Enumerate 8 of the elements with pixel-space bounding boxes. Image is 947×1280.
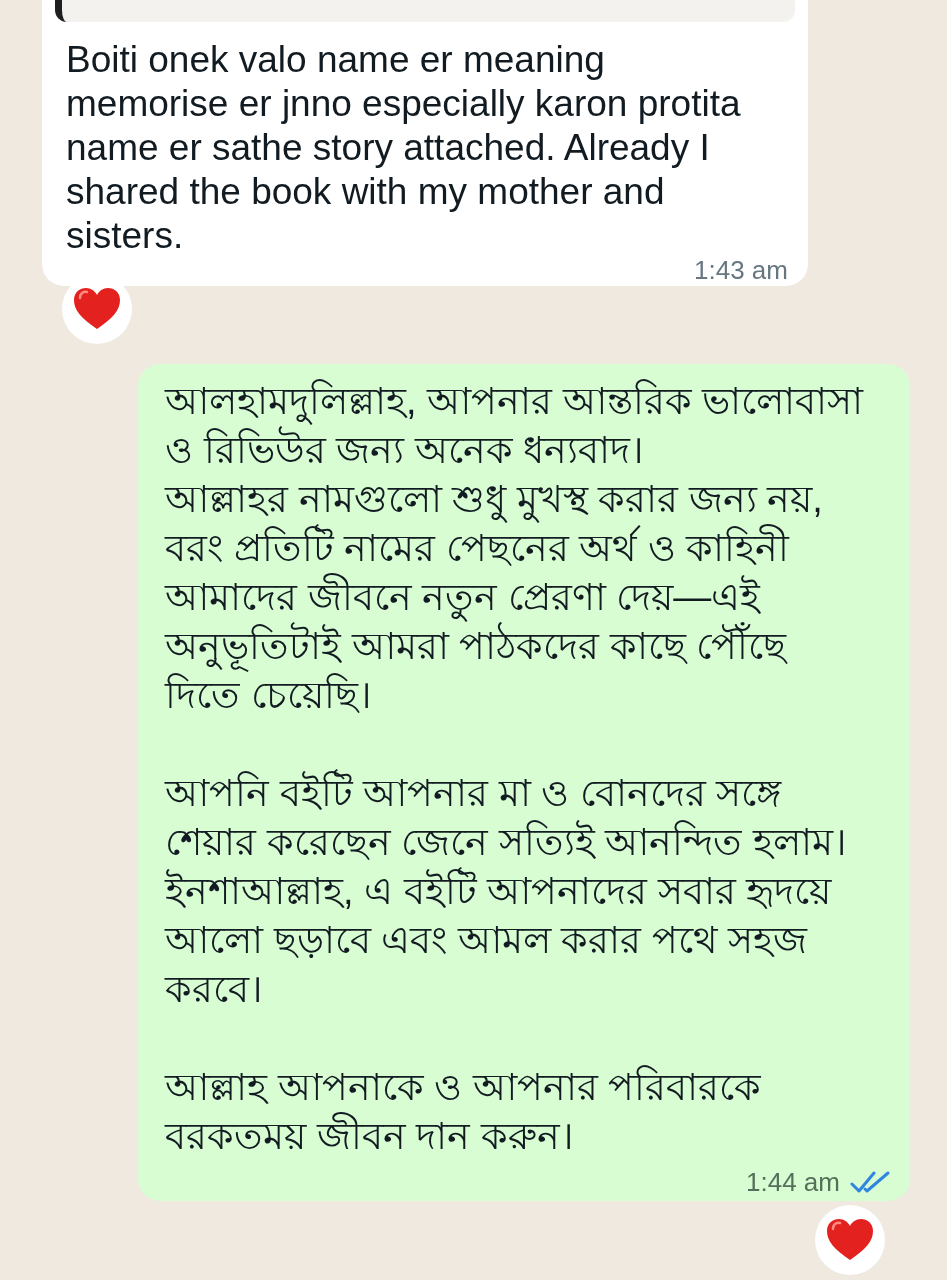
message-text: Boiti onek valo name er meaning memorise er jnno especially karon protita name er sathe story attached. Already I shared the book with my mother and sisters. xyxy=(66,38,742,258)
message-time: 1:43 am xyxy=(694,258,788,282)
message-text: আপনি বইটি আপনার মা ও বোনদের সঙ্গে শেয়ার করেছেন জেনে সত্যিই আনন্দিত হলাম। ইনশাআল্লাহ, এ বইটি আপনাদের সবার হৃদয়ে আলো ছড়াবে এবং আমল করার পথে সহজ করবে। xyxy=(165,769,890,1014)
message-text: আলহামদুলিল্লাহ, আপনার আন্তরিক ভালোবাসা ও রিভিউর জন্য অনেক ধন্যবাদ। আল্লাহর নামগুলো শুধু মুখস্থ করার জন্য নয়, বরং প্রতিটি নামের পেছনের অর্থ ও কাহিনী আমাদের জীবনে নতুন প্রেরণা দেয়—এই অনুভূতিটাই আমরা পাঠকদের কাছে পৌঁছে দিতে চেয়েছি। xyxy=(165,378,865,718)
message-time: 1:44 am xyxy=(746,1170,840,1194)
message-text: আল্লাহ আপনাকে ও আপনার পরিবারকে বরকতময় জীবন দান করুন। xyxy=(165,1064,763,1159)
received-message-bubble[interactable]: Boiti onek valo name er meaning memorise er jnno especially karon protita name er sathe story attached. Already I shared the book with my mother and sisters. 1:43 am xyxy=(42,0,808,286)
sent-message-bubble[interactable] xyxy=(138,364,910,1201)
